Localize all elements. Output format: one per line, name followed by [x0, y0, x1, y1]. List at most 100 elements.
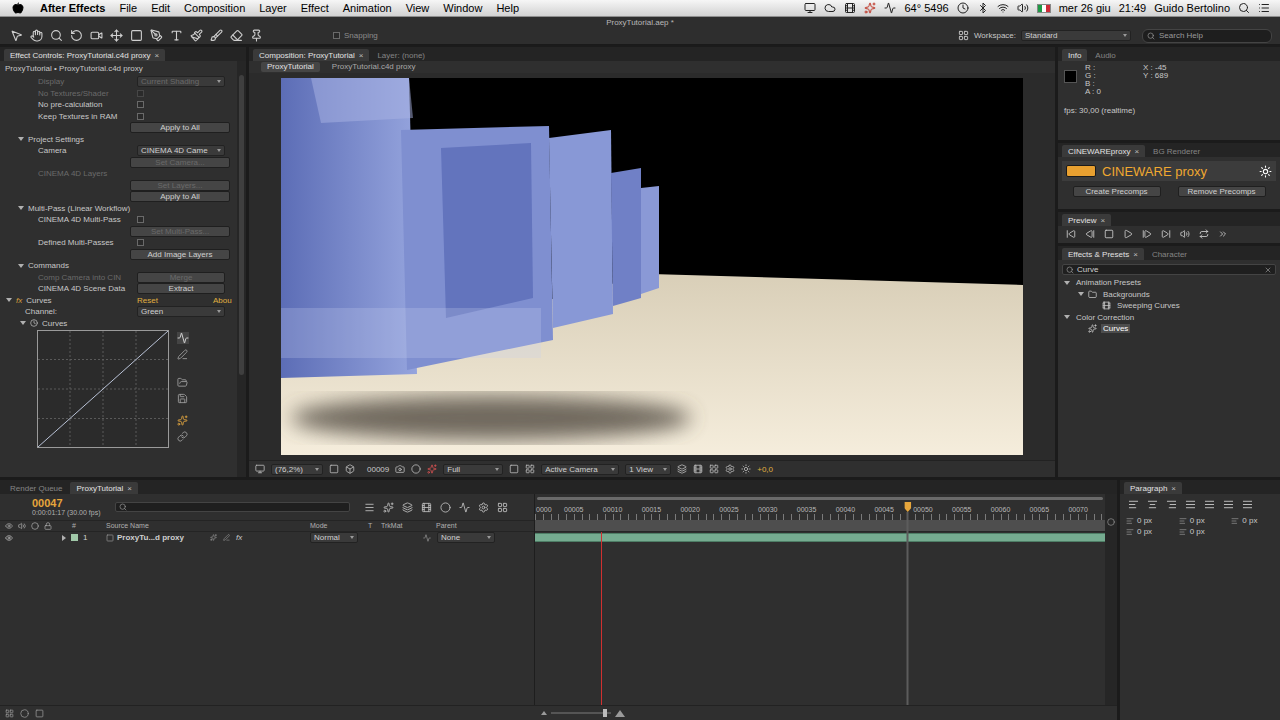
close-button[interactable]: × — [359, 51, 364, 60]
menu-item[interactable]: Layer — [259, 2, 287, 15]
align-icon[interactable] — [1147, 499, 1158, 510]
cloud-icon[interactable] — [824, 2, 836, 14]
dropdown[interactable]: CINEMA 4D Came — [137, 145, 225, 156]
align-icon[interactable] — [1166, 499, 1177, 510]
scrollbar[interactable] — [237, 61, 246, 477]
search-help-field[interactable]: Search Help — [1142, 29, 1272, 43]
menu-item[interactable]: Help — [496, 2, 519, 15]
stop-icon[interactable] — [1104, 229, 1114, 239]
playhead[interactable] — [904, 502, 911, 705]
close-button[interactable]: × — [155, 51, 160, 60]
close-button[interactable]: × — [1100, 216, 1105, 225]
disclosure-triangle-icon[interactable] — [20, 321, 26, 325]
button[interactable]: Remove Precomps — [1178, 186, 1266, 197]
disclosure-triangle-icon[interactable] — [1078, 292, 1084, 296]
button[interactable]: Create Precomps — [1073, 186, 1161, 197]
app-menu[interactable]: After Effects — [40, 2, 105, 15]
disclosure-triangle-icon[interactable] — [18, 137, 24, 141]
parent-dropdown[interactable]: None — [437, 532, 495, 543]
clear-search-icon[interactable] — [1264, 266, 1272, 274]
audio-icon[interactable] — [1180, 229, 1190, 239]
menu-item[interactable]: Animation — [343, 2, 392, 15]
stopwatch-icon[interactable] — [30, 319, 38, 327]
hide-shy-icon[interactable] — [402, 502, 413, 513]
clock-icon[interactable] — [957, 2, 969, 14]
hand-tool-icon[interactable] — [30, 29, 43, 42]
draft-3d-icon[interactable] — [383, 502, 394, 513]
layer-row[interactable]: 1ProxyTu...d proxyfxNormalNone — [0, 532, 534, 543]
indent-field[interactable]: 0 px — [1179, 527, 1228, 536]
pen-tool-icon[interactable] — [150, 29, 163, 42]
menu-item[interactable]: Window — [443, 2, 482, 15]
zoom-tool-icon[interactable] — [50, 29, 63, 42]
disclosure-triangle-icon[interactable] — [1064, 281, 1070, 285]
panel-tab[interactable]: Preview× — [1062, 214, 1111, 226]
checkbox[interactable] — [137, 101, 144, 108]
time-navigator[interactable] — [537, 497, 1103, 500]
settings-sun-icon[interactable] — [1259, 165, 1272, 178]
button[interactable]: Extract — [137, 283, 225, 294]
close-button[interactable]: × — [1134, 147, 1139, 156]
tree-item[interactable]: Backgrounds — [1060, 289, 1278, 301]
align-icon[interactable] — [1185, 499, 1196, 510]
film-icon[interactable] — [844, 2, 856, 14]
timeline-icon[interactable] — [709, 464, 719, 474]
tree-item[interactable]: Curves — [1060, 323, 1278, 335]
reset-curve-icon[interactable] — [177, 431, 188, 442]
comp-button-icon[interactable] — [1107, 518, 1115, 526]
tree-item[interactable]: Color Correction — [1060, 312, 1278, 324]
panel-tab[interactable]: CINEWAREproxy× — [1062, 145, 1145, 157]
clone-tool-icon[interactable] — [210, 29, 223, 42]
ram-preview-icon[interactable] — [1218, 229, 1228, 239]
panel-tab[interactable]: Paragraph× — [1124, 482, 1182, 494]
last-frame-icon[interactable] — [1161, 229, 1171, 239]
puppet-tool-icon[interactable] — [250, 29, 263, 42]
comp-subtab[interactable]: ProxyTutorial.c4d proxy — [326, 62, 422, 72]
toggle-pixel-icon[interactable] — [677, 464, 687, 474]
section-header[interactable]: Multi-Pass (Linear Workflow) — [0, 203, 237, 215]
checkbox[interactable] — [137, 216, 144, 223]
channel-dropdown[interactable]: Green — [137, 306, 225, 317]
date[interactable]: mer 26 giu — [1059, 2, 1111, 15]
align-icon[interactable] — [1223, 499, 1234, 510]
eraser-tool-icon[interactable] — [230, 29, 243, 42]
blend-mode-dropdown[interactable]: Normal — [310, 532, 358, 543]
panel-tab[interactable]: ProxyTutorial× — [70, 482, 138, 494]
toggle-modes-icon[interactable] — [20, 709, 29, 718]
view-layout-dropdown[interactable]: 1 View — [625, 464, 671, 475]
frame-blending-icon[interactable] — [421, 502, 432, 513]
panel-tab[interactable]: Audio — [1089, 49, 1121, 61]
rotate-tool-icon[interactable] — [70, 29, 83, 42]
shy-switch-icon[interactable] — [210, 534, 217, 541]
menu-item[interactable]: Composition — [184, 2, 245, 15]
close-button[interactable]: × — [1133, 250, 1138, 259]
camera-dropdown[interactable]: Active Camera — [541, 464, 619, 475]
panel-tab[interactable]: Character — [1146, 248, 1193, 260]
exposure-icon[interactable] — [741, 464, 751, 474]
close-button[interactable]: × — [1171, 484, 1176, 493]
section-header[interactable]: Project Settings — [0, 134, 237, 146]
safe-zones-icon[interactable] — [329, 464, 339, 474]
panel-tab[interactable]: Composition: ProxyTutorial× — [253, 49, 369, 61]
panel-tab[interactable]: Layer: (none) — [371, 49, 431, 61]
volume-icon[interactable] — [1017, 2, 1029, 14]
align-icon[interactable] — [1242, 499, 1253, 510]
first-frame-icon[interactable] — [1066, 229, 1076, 239]
about-link[interactable]: Abou — [213, 296, 232, 305]
loop-icon[interactable] — [1199, 229, 1209, 239]
notifications-icon[interactable] — [1258, 2, 1270, 14]
tree-item[interactable]: Animation Presets — [1060, 277, 1278, 289]
user-name[interactable]: Guido Bertolino — [1154, 2, 1230, 15]
wifi-icon[interactable] — [997, 2, 1009, 14]
panel-tab[interactable]: Effect Controls: ProxyTutorial.c4d proxy… — [4, 49, 165, 61]
disclosure-triangle-icon[interactable] — [62, 535, 66, 541]
zoom-slider[interactable] — [551, 712, 611, 714]
work-area-bar[interactable] — [535, 520, 1105, 532]
zoom-in-icon[interactable] — [615, 710, 625, 717]
brush-tool-icon[interactable] — [190, 29, 203, 42]
bluetooth-icon[interactable] — [977, 2, 989, 14]
grid-icon[interactable] — [345, 464, 355, 474]
disclosure-triangle-icon[interactable] — [18, 206, 24, 210]
menu-item[interactable]: File — [119, 2, 137, 15]
menu-item[interactable]: View — [406, 2, 430, 15]
